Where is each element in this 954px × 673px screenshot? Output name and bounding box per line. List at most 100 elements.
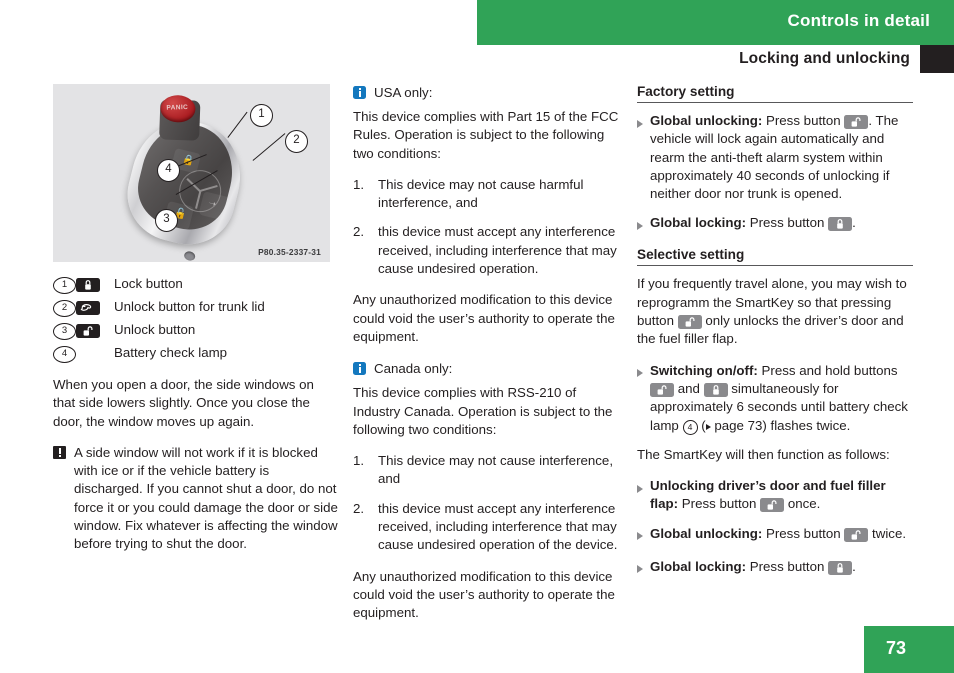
- right-column: Factory setting Global unlocking: Press …: [637, 84, 913, 591]
- list-text: this device must accept any interference…: [378, 500, 618, 553]
- usa-conditions-list: 1. This device may not cause harmful int…: [353, 176, 623, 278]
- caption-number: 2: [53, 300, 76, 317]
- bullet-label: Global unlocking:: [650, 525, 763, 541]
- caption-label: Lock button: [114, 276, 183, 291]
- bullet-text: Global locking: Press button .: [650, 214, 913, 236]
- bullet-triangle-icon: [637, 525, 650, 547]
- page-reference-link[interactable]: page 73: [711, 418, 762, 433]
- bullet-label: Global locking:: [650, 215, 747, 231]
- warning-note: A side window will not work if it is blo…: [53, 444, 338, 554]
- section-thumb-tab: [920, 45, 954, 73]
- list-text: this device must accept any interference…: [378, 224, 617, 277]
- lock-open-icon: [677, 315, 702, 330]
- page-number: 73: [886, 638, 907, 658]
- lock-open-icon: [76, 324, 100, 338]
- lock-closed-icon: [703, 382, 728, 397]
- smartkey-figure: 🔒 ➝ 🔓 PANIC 1 2 3 4 P80.35-2337-31: [53, 84, 330, 262]
- usa-note-closing: Any unauthorized modification to this de…: [353, 292, 615, 344]
- bullet-text-post: once.: [784, 496, 821, 512]
- lock-closed-icon: [828, 217, 853, 232]
- list-item: 2. this device must accept any interfere…: [353, 500, 623, 555]
- switching-text-5: ) flashes twice.: [762, 417, 851, 433]
- callout-1: 1: [250, 104, 273, 127]
- smartkey-follows-text: The SmartKey will then function as follo…: [637, 446, 890, 462]
- bullet-triangle-icon: [637, 214, 650, 236]
- bullet-text: Global unlocking: Press button . The veh…: [650, 112, 913, 203]
- bullet-triangle-icon: [637, 362, 650, 435]
- switching-text-1: Press and hold buttons: [757, 362, 898, 378]
- figure-caption-list: 1 Lock button 2 Unlock button for trunk …: [53, 275, 338, 363]
- list-number: 1.: [353, 176, 365, 192]
- caption-icon-cell: [76, 321, 114, 339]
- selective-setting-heading: Selective setting: [637, 247, 913, 267]
- unlocking-driver-door-bullet: Unlocking driver’s door and fuel filler …: [637, 477, 913, 514]
- info-icon-cell: [353, 360, 374, 380]
- list-number: 2.: [353, 500, 365, 516]
- caption-row: 4 Battery check lamp: [53, 344, 338, 363]
- lock-closed-icon: [828, 560, 853, 575]
- canada-note-heading: Canada only:: [374, 361, 453, 377]
- callout-3: 3: [155, 209, 178, 232]
- chapter-title: Controls in detail: [787, 11, 930, 30]
- info-icon-cell: [353, 84, 374, 104]
- list-number: 2.: [353, 224, 365, 240]
- bullet-text-pre: Press button: [762, 113, 845, 128]
- switching-text-2: and: [674, 380, 704, 396]
- usa-note-intro: This device complies with Part 15 of the…: [353, 109, 619, 161]
- list-text: This device may not cause interference, …: [378, 453, 614, 487]
- info-icon: [353, 362, 366, 376]
- bullet-text: Global unlocking: Press button twice.: [650, 525, 913, 547]
- caption-row: 1 Lock button: [53, 275, 338, 294]
- canada-note: Canada only:: [353, 360, 623, 380]
- bullet-triangle-icon: [637, 112, 650, 203]
- bullet-text-pre: Press button: [746, 215, 829, 231]
- side-window-paragraph: When you open a door, the side windows o…: [53, 377, 314, 429]
- lock-open-icon: [844, 115, 869, 129]
- lock-open-icon: [844, 527, 869, 542]
- callout-2: 2: [285, 130, 308, 153]
- keyring-hole: [183, 250, 197, 262]
- bullet-label: Global locking:: [650, 558, 747, 574]
- bullet-text: Switching on/off: Press and hold buttons…: [650, 362, 913, 435]
- page-number-box: 73: [864, 626, 954, 673]
- bullet-text-pre: Press button: [678, 496, 761, 512]
- trunk-lid-icon: ➝: [207, 197, 218, 210]
- factory-setting-heading: Factory setting: [637, 84, 913, 103]
- canada-note-closing: Any unauthorized modification to this de…: [353, 568, 615, 621]
- bullet-label: Global unlocking:: [650, 113, 763, 128]
- middle-column: USA only: This device complies with Part…: [353, 84, 623, 636]
- bullet-triangle-icon: [637, 558, 650, 580]
- selective-intro-paragraph: If you frequently travel alone, you may …: [637, 275, 913, 348]
- list-text: This device may not cause harmful interf…: [378, 176, 584, 211]
- section-title: Locking and unlocking: [739, 50, 910, 67]
- factory-global-unlocking-bullet: Global unlocking: Press button . The veh…: [637, 112, 913, 203]
- factory-global-locking-bullet: Global locking: Press button .: [637, 214, 913, 236]
- panic-button-label: PANIC: [166, 103, 189, 112]
- bullet-text-pre: Press button: [762, 525, 845, 541]
- warning-exclamation-icon: [53, 445, 66, 459]
- callout-reference-4: 4: [682, 419, 698, 435]
- caption-label: Battery check lamp: [114, 345, 228, 360]
- selective-global-unlocking-bullet: Global unlocking: Press button twice.: [637, 525, 913, 547]
- lock-open-icon: [650, 382, 674, 397]
- canada-note-intro: This device complies with RSS-210 of Ind…: [353, 385, 613, 437]
- usa-note: USA only:: [353, 84, 623, 104]
- lock-open-icon: [760, 498, 785, 513]
- warning-text: A side window will not work if it is blo…: [74, 444, 338, 552]
- left-column: 🔒 ➝ 🔓 PANIC 1 2 3 4 P80.35-2337-31: [53, 84, 338, 567]
- caption-number: 3: [53, 323, 76, 340]
- list-item: 2. this device must accept any interfere…: [353, 223, 623, 278]
- callout-4: 4: [157, 159, 180, 182]
- bullet-text-post: twice.: [868, 525, 907, 541]
- caption-icon-cell: [76, 275, 114, 293]
- list-item: 1. This device may not cause harmful int…: [353, 176, 623, 213]
- bullet-text: Unlocking driver’s door and fuel filler …: [650, 477, 913, 514]
- bullet-text: Global locking: Press button .: [650, 558, 913, 580]
- caption-row: 2 Unlock button for trunk lid: [53, 298, 338, 317]
- list-item: 1. This device may not cause interferenc…: [353, 452, 623, 489]
- caption-label: Unlock button for trunk lid: [114, 299, 265, 314]
- caption-label: Unlock button: [114, 322, 196, 337]
- caption-number: 1: [53, 277, 76, 294]
- bullet-text-post: .: [852, 215, 856, 231]
- list-number: 1.: [353, 453, 365, 469]
